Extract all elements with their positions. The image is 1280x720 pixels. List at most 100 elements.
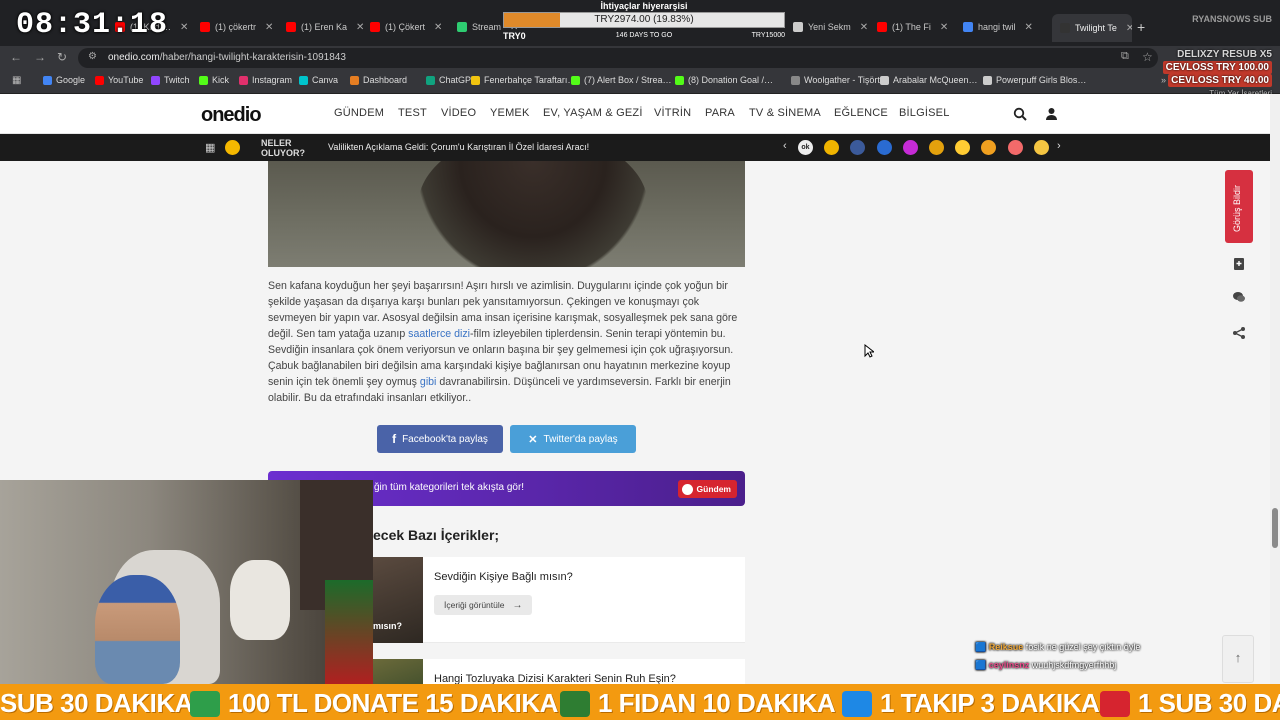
reaction-icon[interactable] xyxy=(1033,140,1049,155)
browser-tab[interactable]: (1) The Fi ✕ xyxy=(877,16,955,38)
add-user-icon xyxy=(842,690,872,717)
bookmark-item[interactable]: (7) Alert Box / Strea… xyxy=(571,75,672,85)
tab-favicon-icon xyxy=(793,22,803,32)
bookmark-item[interactable]: Arabalar McQueen… xyxy=(880,75,978,85)
news-ticker: ▦ NELER OLUYOR? Valilikten Açıklama Geld… xyxy=(0,134,1270,161)
forward-icon[interactable]: → xyxy=(34,50,46,64)
card-title[interactable]: Hangi Tozluyaka Dizisi Karakteri Senin R… xyxy=(434,673,676,684)
site-info-icon[interactable]: ⚙ xyxy=(88,51,97,62)
page-scrollbar[interactable] xyxy=(1270,94,1280,684)
nav-item[interactable]: YEMEK xyxy=(490,107,530,119)
facebook-share-button[interactable]: f Facebook'ta paylaş xyxy=(377,425,503,453)
reaction-icon[interactable] xyxy=(876,140,892,155)
scroll-to-top-button[interactable]: ↑ xyxy=(1222,635,1254,683)
reaction-icon[interactable]: ok xyxy=(798,140,813,155)
goal-days: 146 DAYS TO GO xyxy=(615,32,673,39)
inline-link[interactable]: saatlerce xyxy=(408,328,451,340)
bookmark-item[interactable]: Kick xyxy=(199,75,229,85)
bookmark-item[interactable]: YouTube xyxy=(95,75,143,85)
comments-icon[interactable] xyxy=(1232,290,1246,304)
share-icon[interactable] xyxy=(1232,326,1246,340)
bookmark-item[interactable]: ChatGPT xyxy=(426,75,477,85)
site-header: onedio GÜNDEM TEST VİDEO YEMEK EV, YAŞAM & G… xyxy=(0,94,1280,134)
close-icon[interactable]: ✕ xyxy=(434,22,442,33)
inline-link[interactable]: gibi xyxy=(420,376,437,388)
address-bar-row: ← → ↻ ⚙ onedio.com/haber/hangi-twilight-… xyxy=(0,46,1280,70)
goal-title: İhtiyaçlar hiyerarşisi xyxy=(600,1,688,11)
new-tab-button[interactable]: + xyxy=(1137,19,1145,35)
chevron-left-icon[interactable]: ‹ xyxy=(783,140,787,152)
twitter-share-button[interactable]: ✕ Twitter'da paylaş xyxy=(510,425,636,453)
nav-item[interactable]: EĞLENCE xyxy=(834,107,888,119)
close-icon[interactable]: ✕ xyxy=(860,22,868,33)
nav-item[interactable]: TV & SİNEMA xyxy=(749,107,821,119)
ticker-headline[interactable]: Valilikten Açıklama Geldi: Çorum'u Karış… xyxy=(328,142,589,152)
close-icon[interactable]: ✕ xyxy=(1126,23,1132,34)
apps-icon[interactable]: ▦ xyxy=(12,75,21,86)
reaction-icon[interactable] xyxy=(824,140,840,155)
related-card[interactable]: mısın? Sevdiğin Kişiye Bağlı mısın? İçer… xyxy=(373,557,745,643)
browser-tab[interactable]: hangi twil ✕ xyxy=(963,16,1041,38)
nav-item[interactable]: TEST xyxy=(398,107,427,119)
user-icon[interactable] xyxy=(1045,107,1058,121)
feedback-button[interactable]: Görüş Bildir xyxy=(1225,170,1253,243)
bookmark-item[interactable]: Instagram xyxy=(239,75,292,85)
marquee-item: SUB 30 DAKIKA xyxy=(0,688,193,718)
install-icon[interactable]: ⧉ xyxy=(1121,50,1129,63)
bookmark-favicon-icon xyxy=(95,75,104,85)
bookmark-favicon-icon xyxy=(880,75,889,85)
reaction-icon[interactable] xyxy=(902,140,918,155)
site-logo[interactable]: onedio xyxy=(201,104,262,127)
related-card[interactable]: Hangi Tozluyaka Dizisi Karakteri Senin R… xyxy=(373,659,745,684)
bookmark-item[interactable]: Dashboard xyxy=(350,75,407,85)
bookmark-item[interactable]: Canva xyxy=(299,75,338,85)
bookmark-favicon-icon xyxy=(43,75,52,85)
browser-tab[interactable]: (1) Eren Ka ✕ xyxy=(286,16,364,38)
inline-link[interactable]: dizi xyxy=(454,328,470,340)
card-title[interactable]: Sevdiğin Kişiye Bağlı mısın? xyxy=(434,571,573,583)
plush-toy xyxy=(230,560,290,640)
bookmark-add-icon[interactable] xyxy=(1232,257,1246,271)
reaction-icon[interactable] xyxy=(929,140,944,155)
reaction-icon[interactable] xyxy=(981,140,997,155)
close-icon[interactable]: ✕ xyxy=(940,22,948,33)
browser-tab[interactable]: Yeni Sekm ✕ xyxy=(793,16,871,38)
reload-icon[interactable]: ↻ xyxy=(57,50,67,64)
event-overlay-top: RYANSNOWS SUB xyxy=(1192,14,1272,25)
goal-max: TRY15000 xyxy=(751,32,785,39)
back-icon[interactable]: ← xyxy=(10,50,22,64)
search-icon[interactable] xyxy=(1013,107,1027,121)
browser-tab[interactable]: Twilight Te ✕ xyxy=(1052,14,1132,42)
reaction-icon[interactable] xyxy=(955,140,971,155)
nav-item[interactable]: GÜNDEM xyxy=(334,107,384,119)
nav-item[interactable]: BİLGİSEL xyxy=(899,107,950,119)
bookmark-favicon-icon xyxy=(471,75,480,85)
grid-icon[interactable]: ▦ xyxy=(205,141,215,154)
nav-item[interactable]: VİTRİN xyxy=(654,107,691,119)
bookmark-item[interactable]: Fenerbahçe Taraftarı… xyxy=(471,75,576,85)
close-icon[interactable]: ✕ xyxy=(180,22,188,33)
close-icon[interactable]: ✕ xyxy=(1025,22,1033,33)
gundem-button[interactable]: Gündem xyxy=(677,480,737,498)
close-icon[interactable]: ✕ xyxy=(265,22,273,33)
bookmark-item[interactable]: Twitch xyxy=(151,75,190,85)
bookmark-item[interactable]: Google xyxy=(43,75,85,85)
nav-item[interactable]: VİDEO xyxy=(441,107,476,119)
bookmark-item[interactable]: (8) Donation Goal /… xyxy=(675,75,773,85)
browser-tab[interactable]: (1) Çökert ✕ xyxy=(370,16,448,38)
nav-item[interactable]: EV, YAŞAM & GEZİ xyxy=(543,107,643,119)
chevron-right-icon[interactable]: › xyxy=(1057,140,1061,152)
bookmark-star-icon[interactable]: ☆ xyxy=(1142,50,1153,64)
reaction-icon[interactable] xyxy=(1007,140,1023,155)
bookmark-item[interactable]: Powerpuff Girls Blos… xyxy=(983,75,1086,85)
bookmark-item[interactable]: Woolgather - Tişört… xyxy=(791,75,889,85)
chat-message: 🟦 ceylinsnz wuuhjskdfmgyerfhhbj xyxy=(975,660,1117,670)
browser-tab[interactable]: (1) çökertr ✕ xyxy=(200,16,278,38)
close-icon[interactable]: ✕ xyxy=(356,22,364,33)
reaction-icon[interactable] xyxy=(850,140,866,155)
scrollbar-thumb[interactable] xyxy=(1272,508,1278,548)
nav-item[interactable]: PARA xyxy=(705,107,735,119)
url-field[interactable]: ⚙ onedio.com/haber/hangi-twilight-karakt… xyxy=(78,48,1158,68)
gift-icon xyxy=(1100,690,1130,717)
view-content-button[interactable]: İçeriği görüntüle → xyxy=(434,595,533,615)
